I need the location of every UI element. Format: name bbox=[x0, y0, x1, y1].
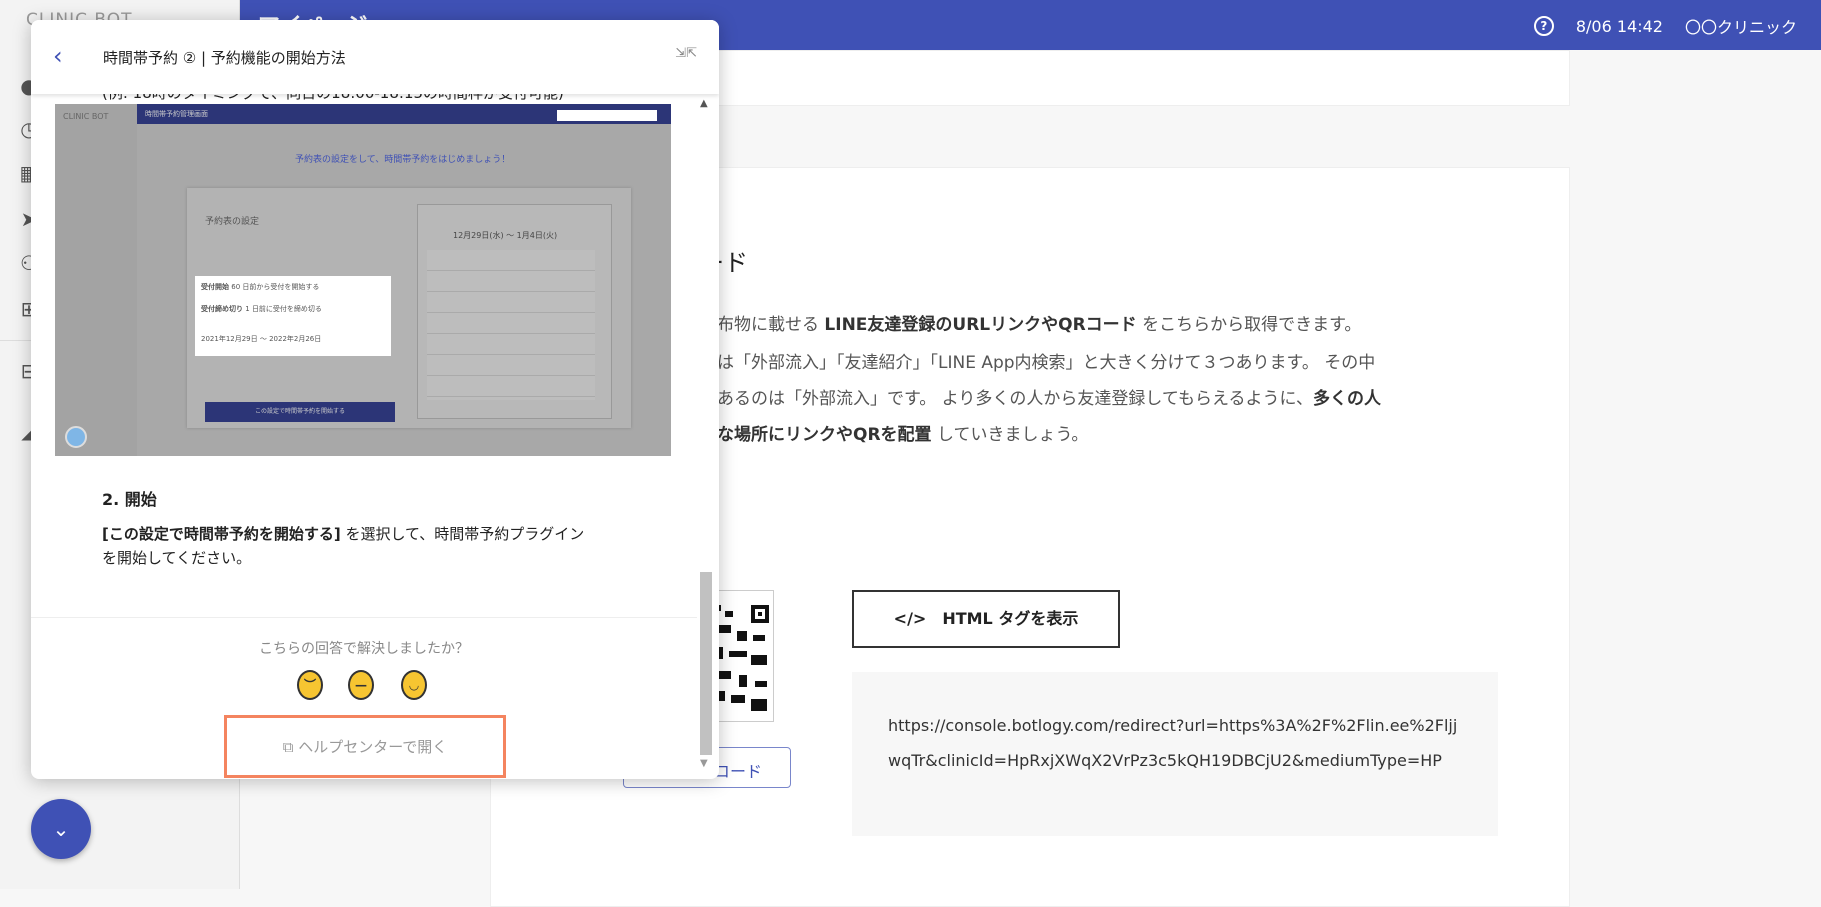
scrollbar-thumb[interactable] bbox=[700, 572, 712, 755]
datetime: 8/06 14:42 bbox=[1575, 16, 1663, 36]
chevron-down-icon[interactable]: ⌄ bbox=[31, 799, 91, 859]
divider bbox=[31, 617, 697, 618]
help-panel-header: ‹ 時間帯予約 ② | 予約機能の開始方法 ⇲⇱ bbox=[31, 20, 719, 94]
paragraph-line: があるのは「外部流入」です。 より多くの人から友達登録してもらえるように、多くの… bbox=[700, 389, 1381, 409]
paragraph-line: 配布物に載せる LINE友達登録のURLリンクやQRコード をこちらから取得でき… bbox=[700, 315, 1362, 335]
open-help-center-button[interactable]: ⧉ ヘルプセンターで開く bbox=[224, 715, 506, 778]
article-screenshot: CLINIC BOT 時間帯予約管理画面 予約表の設定をして、時間帯予約をはじめ… bbox=[55, 104, 671, 456]
sad-face-icon[interactable]: ︶ bbox=[297, 670, 323, 700]
happy-face-icon[interactable]: ◡ bbox=[401, 670, 427, 700]
step-text: [この設定で時間帯予約を開始する] を選択して、時間帯予約プラグイン bbox=[102, 525, 585, 543]
url-box[interactable]: https://console.botlogy.com/redirect?url… bbox=[852, 672, 1498, 836]
minimize-icon[interactable]: ⇲⇱ bbox=[675, 46, 697, 61]
help-icon[interactable]: ? bbox=[1533, 16, 1554, 36]
feedback-question: こちらの回答で解決しましたか？ bbox=[259, 641, 469, 657]
paragraph-line: には「外部流入」「友達紹介」「LINE App内検索」と大きく分けて３つあります… bbox=[700, 353, 1376, 373]
help-panel: ‹ 時間帯予約 ② | 予約機能の開始方法 ⇲⇱ (例: 18時のタイミングで、… bbox=[31, 20, 719, 779]
show-html-tag-button[interactable]: </> HTML タグを表示 bbox=[852, 590, 1120, 648]
step-text: を開始してください。 bbox=[102, 549, 252, 567]
clinic-name[interactable]: 〇〇クリニック bbox=[1685, 14, 1797, 38]
chevron-left-icon[interactable]: ‹ bbox=[53, 42, 63, 70]
step-title: 2. 開始 bbox=[102, 490, 157, 509]
help-article-title: 時間帯予約 ② | 予約機能の開始方法 bbox=[103, 49, 346, 67]
paragraph-line: 的な場所にリンクやQRを配置 していきましょう。 bbox=[700, 425, 1089, 445]
help-panel-scrollbar[interactable]: ▲ ▼ bbox=[697, 94, 714, 769]
external-link-icon: ⧉ bbox=[282, 738, 299, 756]
neutral-face-icon[interactable]: — bbox=[348, 670, 374, 700]
